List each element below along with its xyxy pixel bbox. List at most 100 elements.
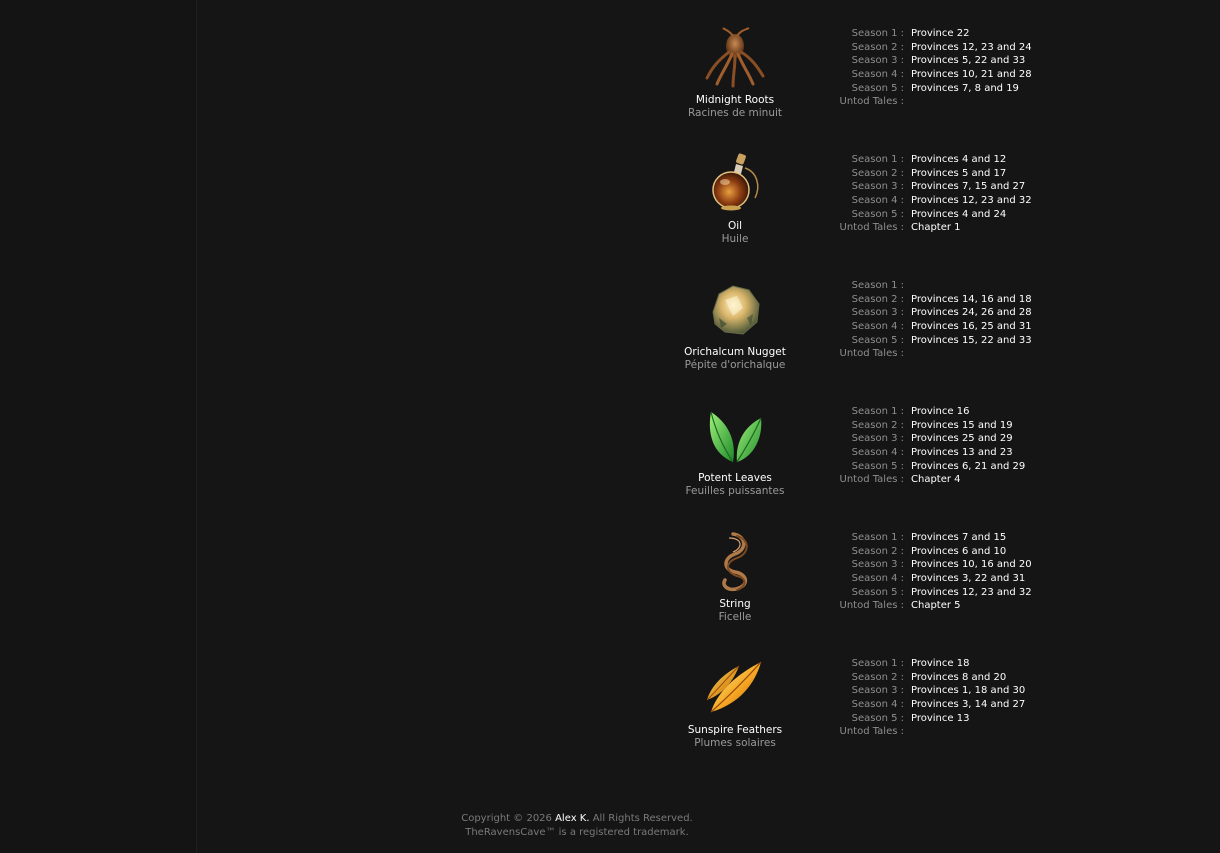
location-value: Chapter 5 [911, 600, 961, 612]
location-row: Season 4 : Provinces 13 and 23 [797, 446, 1117, 460]
item-entry-string: String Ficelle Season 1 : Provinces 7 and… [197, 530, 1220, 656]
location-label: Season 5 : [851, 334, 904, 346]
location-row: Season 3 : Provinces 1, 18 and 30 [797, 684, 1117, 698]
location-row: Season 4 : Provinces 12, 23 and 32 [797, 194, 1117, 208]
item-entry-orichalcum-nugget: Orichalcum Nugget Pépite d'orichalque Se… [197, 278, 1220, 404]
location-label: Season 3 : [851, 55, 904, 67]
location-value: Province 13 [911, 712, 970, 724]
location-label: Season 4 : [851, 573, 904, 585]
location-value: Provinces 16, 25 and 31 [911, 321, 1032, 333]
location-row: Season 4 : Provinces 10, 21 and 28 [797, 68, 1117, 82]
location-label: Untod Tales : [839, 222, 905, 234]
location-row: Untod Tales : [797, 347, 1117, 361]
location-label: Season 5 : [851, 586, 904, 598]
location-label: Season 1 : [851, 28, 904, 39]
page: Midnight Roots Racines de minuit Season … [0, 0, 1220, 853]
orichalcum-nugget-icon [703, 278, 767, 342]
location-row: Untod Tales : Chapter 1 [797, 221, 1117, 235]
location-label: Season 5 : [851, 208, 904, 220]
location-label: Season 1 : [851, 406, 904, 417]
location-row: Season 4 : Provinces 16, 25 and 31 [797, 320, 1117, 334]
location-row: Season 1 : Province 18 [797, 657, 1117, 671]
location-row: Untod Tales : [797, 95, 1117, 109]
location-row: Season 5 : Province 13 [797, 712, 1117, 726]
copyright-line: Copyright © 2026 Alex K. All Rights Rese… [377, 812, 777, 826]
midnight-roots-icon [703, 26, 767, 90]
location-row: Season 2 : Provinces 5 and 17 [797, 167, 1117, 181]
author-link[interactable]: Alex K. [555, 813, 589, 824]
location-label: Season 3 : [851, 433, 904, 445]
location-row: Season 1 : Province 16 [797, 405, 1117, 419]
location-label: Season 3 : [851, 559, 904, 571]
location-value: Province 16 [911, 406, 970, 417]
location-value: Chapter 1 [911, 222, 961, 234]
string-coil-icon [703, 530, 767, 594]
location-value: Provinces 15 and 19 [911, 419, 1013, 431]
location-row: Season 4 : Provinces 3, 14 and 27 [797, 698, 1117, 712]
location-value: Provinces 3, 22 and 31 [911, 573, 1026, 585]
main-content: Midnight Roots Racines de minuit Season … [197, 0, 1220, 853]
location-label: Untod Tales : [839, 600, 905, 612]
location-value: Provinces 25 and 29 [911, 433, 1013, 445]
location-value: Provinces 4 and 12 [911, 154, 1007, 165]
location-label: Season 5 : [851, 712, 904, 724]
location-value: Provinces 4 and 24 [911, 208, 1007, 220]
location-row: Untod Tales : Chapter 4 [797, 473, 1117, 487]
location-row: Season 1 : Province 22 [797, 27, 1117, 41]
location-row: Season 5 : Provinces 12, 23 and 32 [797, 586, 1117, 600]
location-row: Season 5 : Provinces 7, 8 and 19 [797, 82, 1117, 96]
location-label: Season 1 : [851, 154, 904, 165]
location-value: Provinces 12, 23 and 24 [911, 41, 1032, 53]
location-label: Season 5 : [851, 82, 904, 94]
location-row: Season 3 : Provinces 10, 16 and 20 [797, 558, 1117, 572]
location-value: Provinces 5, 22 and 33 [911, 55, 1026, 67]
location-row: Season 2 : Provinces 15 and 19 [797, 419, 1117, 433]
location-row: Season 3 : Provinces 7, 15 and 27 [797, 180, 1117, 194]
item-entry-sunspire-feathers: Sunspire Feathers Plumes solaires Season… [197, 656, 1220, 782]
location-row: Season 3 : Provinces 25 and 29 [797, 432, 1117, 446]
location-value: Provinces 12, 23 and 32 [911, 195, 1032, 207]
location-value: Provinces 1, 18 and 30 [911, 685, 1026, 697]
location-value: Provinces 6 and 10 [911, 545, 1007, 557]
location-value: Provinces 24, 26 and 28 [911, 307, 1032, 319]
location-label: Untod Tales : [839, 474, 905, 486]
location-label: Season 2 : [851, 419, 904, 431]
location-value: Provinces 8 and 20 [911, 671, 1007, 683]
location-value: Provinces 10, 16 and 20 [911, 559, 1032, 571]
location-value: Provinces 3, 14 and 27 [911, 699, 1026, 711]
rights-text: All Rights Reserved. [592, 813, 693, 824]
location-label: Season 3 : [851, 685, 904, 697]
copyright-text: Copyright © 2026 [461, 813, 552, 824]
location-row: Season 3 : Provinces 5, 22 and 33 [797, 54, 1117, 68]
location-label: Season 1 : [851, 532, 904, 543]
location-row: Season 3 : Provinces 24, 26 and 28 [797, 306, 1117, 320]
location-row: Season 2 : Provinces 8 and 20 [797, 671, 1117, 685]
location-value: Province 18 [911, 658, 970, 669]
location-label: Season 4 : [851, 69, 904, 81]
location-table: Season 1 : Season 2 : Provinces 14, 16 an… [797, 279, 1117, 361]
location-label: Season 4 : [851, 321, 904, 333]
location-value: Chapter 4 [911, 474, 961, 486]
location-value: Provinces 10, 21 and 28 [911, 69, 1032, 81]
location-row: Season 2 : Provinces 6 and 10 [797, 545, 1117, 559]
location-label: Season 3 : [851, 307, 904, 319]
location-row: Season 1 : Provinces 4 and 12 [797, 153, 1117, 167]
location-row: Season 5 : Provinces 15, 22 and 33 [797, 334, 1117, 348]
location-value: Provinces 5 and 17 [911, 167, 1007, 179]
location-label: Season 5 : [851, 460, 904, 472]
location-label: Season 2 : [851, 167, 904, 179]
location-row: Season 2 : Provinces 14, 16 and 18 [797, 293, 1117, 307]
location-table: Season 1 : Province 22 Season 2 : Province… [797, 27, 1117, 109]
item-entry-potent-leaves: Potent Leaves Feuilles puissantes Season… [197, 404, 1220, 530]
location-value: Provinces 15, 22 and 33 [911, 334, 1032, 346]
location-table: Season 1 : Provinces 4 and 12 Season 2 : P… [797, 153, 1117, 235]
location-value: Provinces 7, 8 and 19 [911, 82, 1019, 94]
footer: Copyright © 2026 Alex K. All Rights Rese… [377, 812, 777, 840]
location-label: Season 3 : [851, 181, 904, 193]
location-row: Season 1 : Provinces 7 and 15 [797, 531, 1117, 545]
location-label: Season 1 : [851, 280, 904, 291]
item-entry-oil: Oil Huile Season 1 : Provinces 4 and 12 S… [197, 152, 1220, 278]
location-value: Provinces 13 and 23 [911, 447, 1013, 459]
location-label: Season 4 : [851, 195, 904, 207]
item-entry-midnight-roots: Midnight Roots Racines de minuit Season … [197, 26, 1220, 152]
